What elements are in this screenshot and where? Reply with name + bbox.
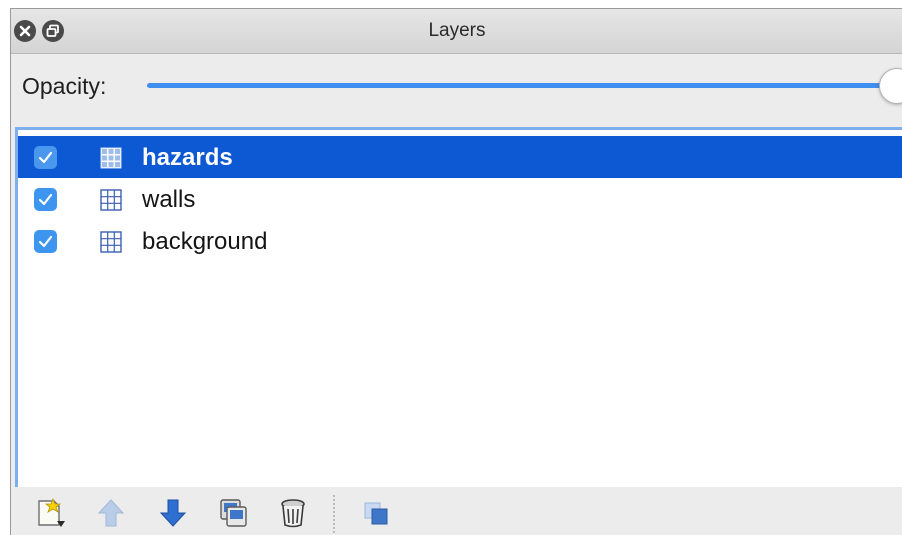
- duplicate-layer-button[interactable]: [217, 497, 249, 529]
- layer-row-walls[interactable]: walls: [18, 178, 902, 220]
- layer-visibility-checkbox[interactable]: [34, 188, 57, 211]
- tile-layer-icon: [100, 147, 122, 169]
- delete-layer-icon: [281, 499, 305, 528]
- move-layer-up-button[interactable]: [95, 497, 127, 529]
- tile-layer-icon: [100, 231, 122, 253]
- layer-toolbar: [11, 487, 902, 535]
- opacity-slider-track[interactable]: [147, 83, 887, 88]
- layer-row-background[interactable]: background: [18, 220, 902, 262]
- layer-name: hazards: [142, 144, 233, 171]
- tile-layer-icon: [100, 189, 122, 211]
- layer-row-hazards[interactable]: hazards: [18, 136, 902, 178]
- layer-list: hazards walls background: [15, 127, 902, 493]
- layer-visibility-checkbox[interactable]: [34, 230, 57, 253]
- new-layer-icon: [38, 497, 65, 527]
- title-bar[interactable]: Layers: [11, 9, 902, 54]
- check-icon: [38, 193, 53, 206]
- layer-visibility-checkbox[interactable]: [34, 146, 57, 169]
- move-down-icon: [159, 499, 187, 527]
- highlight-layer-button[interactable]: [361, 497, 393, 529]
- layer-name: walls: [142, 186, 196, 213]
- window-title: Layers: [428, 20, 486, 41]
- layer-name: background: [142, 228, 268, 255]
- toolbar-separator: [333, 495, 335, 533]
- move-layer-down-button[interactable]: [157, 497, 189, 529]
- layers-window: Layers Opacity: hazards walls background: [0, 0, 902, 535]
- check-icon: [38, 235, 53, 248]
- opacity-slider-thumb[interactable]: [879, 68, 902, 104]
- move-up-icon: [97, 499, 125, 527]
- highlight-layer-icon: [364, 502, 388, 525]
- layers-panel: Layers Opacity: hazards walls background: [10, 8, 902, 535]
- check-icon: [38, 151, 53, 164]
- duplicate-layer-icon: [220, 499, 247, 527]
- opacity-label: Opacity:: [22, 73, 107, 99]
- new-layer-button[interactable]: [35, 497, 67, 529]
- delete-layer-button[interactable]: [277, 497, 309, 529]
